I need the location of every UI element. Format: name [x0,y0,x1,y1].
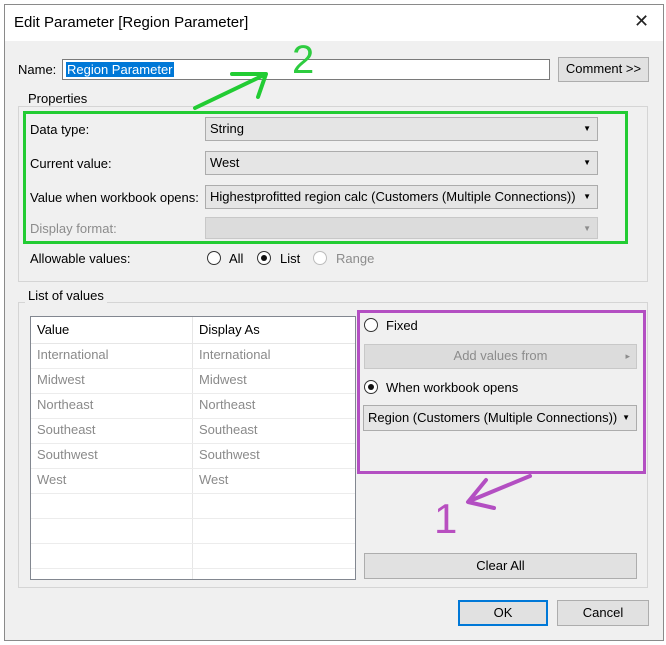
annotation-arrows [193,72,532,510]
annotation-label-2: 2 [292,38,315,82]
annotation-label-1: 1 [434,495,458,542]
purple-arrow-icon [466,474,532,510]
green-arrow-icon [193,72,268,110]
